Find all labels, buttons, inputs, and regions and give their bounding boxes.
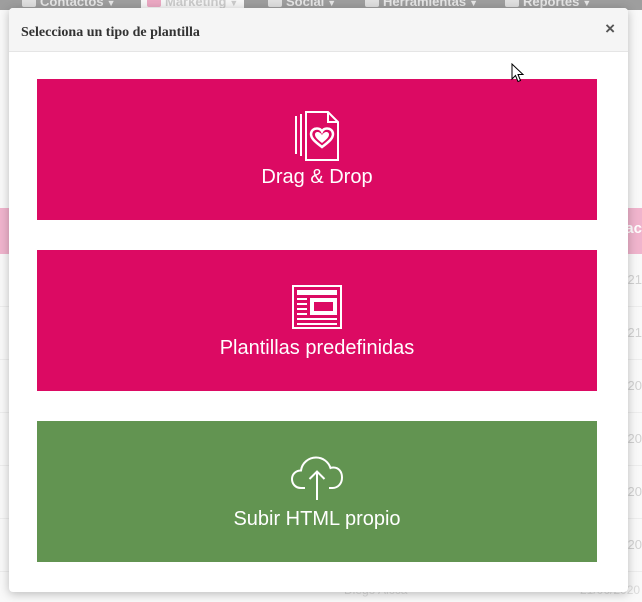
mouse-cursor-icon bbox=[511, 62, 525, 83]
cloud-upload-icon bbox=[290, 452, 344, 504]
option-label: Plantillas predefinidas bbox=[219, 337, 415, 359]
heart-document-icon bbox=[290, 110, 344, 162]
template-layout-icon bbox=[290, 281, 344, 333]
option-label: Drag & Drop bbox=[261, 166, 373, 188]
drag-and-drop-option[interactable]: Drag & Drop bbox=[37, 79, 597, 220]
modal-header: Selecciona un tipo de plantilla × bbox=[9, 8, 628, 52]
template-type-modal: Selecciona un tipo de plantilla × Drag &… bbox=[9, 8, 628, 592]
predefined-templates-option[interactable]: Plantillas predefinidas bbox=[37, 250, 597, 391]
upload-html-option[interactable]: Subir HTML propio bbox=[37, 421, 597, 562]
modal-title: Selecciona un tipo de plantilla bbox=[21, 25, 200, 40]
close-button[interactable]: × bbox=[605, 20, 615, 37]
option-label: Subir HTML propio bbox=[233, 508, 401, 530]
